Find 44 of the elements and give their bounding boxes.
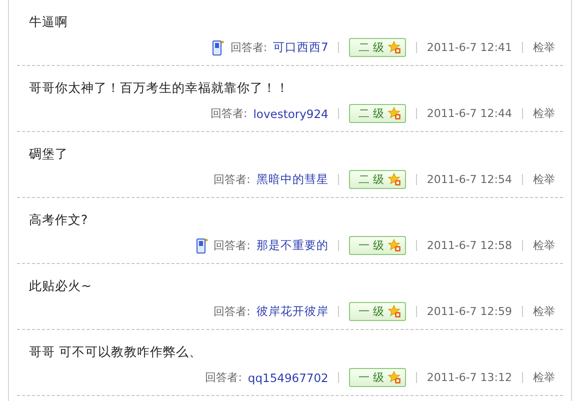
star-icon	[388, 41, 401, 54]
level-badge: 二 级	[349, 170, 406, 189]
answerer-label: 回答者:	[214, 172, 250, 187]
star-icon	[388, 173, 401, 186]
answer-text: 碉堡了	[29, 146, 68, 163]
report-link[interactable]: 检举	[533, 238, 555, 253]
answerer-label: 回答者:	[205, 370, 242, 385]
star-icon	[388, 371, 401, 384]
level-badge: 二 级	[349, 104, 406, 123]
report-link[interactable]: 检举	[533, 172, 555, 187]
level-badge: 一 级	[349, 368, 406, 387]
star-icon	[388, 239, 401, 252]
report-link[interactable]: 检举	[533, 304, 555, 319]
star-icon	[388, 107, 401, 120]
timestamp: 2011-6-7 13:12	[426, 371, 512, 384]
timestamp: 2011-6-7 12:54	[426, 173, 512, 186]
answerer-label: 回答者:	[214, 238, 250, 253]
author-link[interactable]: lovestory924	[253, 106, 328, 120]
author-link[interactable]: 可口西西7	[273, 40, 328, 55]
answer-text: 高考作文?	[29, 212, 88, 229]
answerer-label: 回答者:	[230, 40, 268, 55]
report-link[interactable]: 检举	[533, 370, 555, 385]
timestamp: 2011-6-7 12:41	[426, 41, 512, 54]
answerer-label: 回答者:	[210, 106, 248, 121]
answer-text: 牛逼啊	[29, 14, 68, 31]
timestamp: 2011-6-7 12:58	[426, 239, 512, 252]
answer-text: 此贴必火~	[29, 278, 92, 295]
author-link[interactable]: 黑暗中的彗星	[256, 172, 328, 187]
answerer-label: 回答者:	[214, 304, 250, 319]
report-link[interactable]: 检举	[533, 40, 555, 55]
timestamp: 2011-6-7 12:59	[426, 305, 512, 318]
answer-text: 哥哥 可不可以教教咋作弊么、	[29, 344, 202, 361]
answer-text: 哥哥你太神了！百万考生的幸福就靠你了！！	[29, 80, 289, 97]
level-badge: 一 级	[349, 236, 406, 255]
author-link[interactable]: 彼岸花开彼岸	[256, 304, 328, 319]
phone-icon	[212, 40, 224, 56]
author-link[interactable]: qq154967702	[248, 370, 328, 384]
report-link[interactable]: 检举	[533, 106, 555, 121]
star-icon	[388, 305, 401, 318]
phone-icon	[196, 238, 208, 254]
author-link[interactable]: 那是不重要的	[256, 238, 328, 253]
level-badge: 一 级	[349, 302, 406, 321]
timestamp: 2011-6-7 12:44	[426, 107, 512, 120]
level-badge: 二 级	[349, 38, 406, 57]
